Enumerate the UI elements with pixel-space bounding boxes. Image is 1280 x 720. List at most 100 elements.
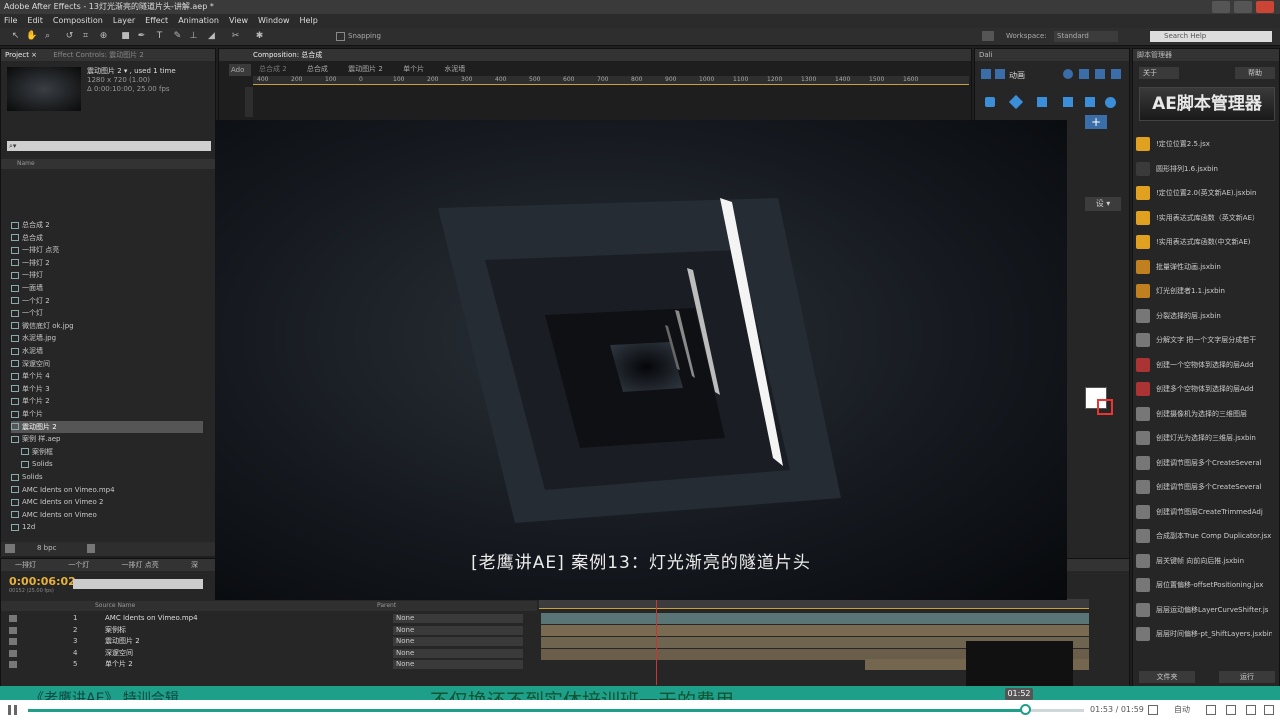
layer-name[interactable]: 单个片 2 [105, 659, 133, 670]
script-item[interactable]: 合成副本True Comp Duplicator.jsx [1136, 524, 1272, 548]
scale-icon[interactable] [1079, 69, 1089, 79]
add-button[interactable]: + [1085, 115, 1107, 129]
graph-icon[interactable] [1095, 69, 1105, 79]
script-item[interactable]: 层层运动偏移LayerCurveShifter.js [1136, 598, 1272, 622]
snapping-checkbox[interactable] [336, 32, 345, 41]
crumb-3[interactable]: 单个片 [403, 65, 424, 73]
ease-in-icon[interactable] [1037, 97, 1047, 107]
maximize-button[interactable] [1234, 1, 1252, 13]
camera-tool-icon[interactable]: ⌗ [80, 31, 91, 42]
script-item[interactable]: !实用表达式库函数（英文新AE） [1136, 206, 1272, 230]
timeline-layer-row[interactable]: 3 震动图片 2 None [1, 636, 531, 647]
layer-bar-1[interactable] [541, 613, 1089, 624]
playhead[interactable] [656, 599, 657, 685]
trash-icon[interactable] [87, 544, 95, 553]
script-item[interactable]: 层位置偏移-offsetPositioning.jsx [1136, 573, 1272, 597]
project-item[interactable]: 单个片 4 [11, 370, 203, 382]
volume-icon[interactable] [1148, 705, 1158, 715]
curve-icon[interactable] [1111, 69, 1121, 79]
script-item[interactable]: 创建摄像机为选择的三维图层 [1136, 402, 1272, 426]
script-item[interactable]: 批量弹性动画.jsxbin [1136, 255, 1272, 279]
pause-icon[interactable] [8, 705, 11, 715]
move-icon[interactable] [1063, 69, 1073, 79]
fullscreen-icon[interactable] [1264, 705, 1274, 715]
crumb-1[interactable]: 总合成 [307, 65, 328, 73]
script-item[interactable]: 圆形排列1.6.jsxbin [1136, 157, 1272, 181]
video-frame[interactable] [215, 120, 1067, 600]
minimize-button[interactable] [1212, 1, 1230, 13]
project-item[interactable]: 水泥墙 [11, 345, 203, 357]
help-button[interactable]: 帮助 [1235, 67, 1275, 79]
menu-animation[interactable]: Animation [178, 14, 219, 28]
project-item[interactable]: 微信底灯 ok.jpg [11, 320, 203, 332]
parent-select[interactable]: None [393, 614, 523, 623]
search-help-input[interactable]: Search Help [1150, 31, 1272, 42]
zoom-tool-icon[interactable]: ⌕ [42, 31, 53, 42]
layer-name[interactable]: AMC Idents on Vimeo.mp4 [105, 613, 198, 624]
loop-icon[interactable] [1206, 705, 1216, 715]
menu-file[interactable]: File [4, 14, 17, 28]
pause-icon-bar[interactable] [14, 705, 17, 715]
progress-knob[interactable] [1019, 704, 1031, 715]
project-item[interactable]: 一排灯 点亮 [11, 244, 203, 256]
script-item[interactable]: 分解文字 把一个文字层分成若干 [1136, 328, 1272, 352]
clone-tool-icon[interactable]: ⊥ [188, 31, 199, 42]
project-item[interactable]: 单个片 3 [11, 383, 203, 395]
script-item[interactable]: 创建灯光为选择的三维层.jsxbin [1136, 426, 1272, 450]
tab-timeline-1[interactable]: 一个灯 [68, 561, 89, 569]
project-item[interactable]: 单个片 [11, 408, 203, 420]
widescreen-icon[interactable] [1246, 705, 1256, 715]
project-item[interactable]: 12d [11, 521, 203, 533]
tab-dali[interactable]: Dali [979, 51, 993, 59]
project-item[interactable]: 深邃空间 [11, 358, 203, 370]
script-item[interactable]: !定位位置2.5.jsx [1136, 132, 1272, 156]
script-item[interactable]: !定位位置2.0(英文新AE).jsxbin [1136, 181, 1272, 205]
interpret-footage-icon[interactable] [5, 544, 15, 553]
mask-tool-icon[interactable]: ■ [120, 31, 131, 42]
tab-effect-controls[interactable]: Effect Controls: 震动图片 2 [53, 51, 144, 59]
project-item[interactable]: 案例框 [21, 446, 213, 458]
hand-tool-icon[interactable]: ✋ [26, 31, 37, 42]
project-item[interactable]: 单个片 2 [11, 395, 203, 407]
folder-button[interactable]: 文件夹 [1139, 671, 1195, 683]
tab-timeline-2[interactable]: 一排灯 点亮 [121, 561, 158, 569]
ease-circle-icon[interactable] [1105, 97, 1116, 108]
project-item[interactable]: 震动图片 2 [11, 420, 203, 433]
pen-tool-icon[interactable]: ✒ [136, 31, 147, 42]
project-item[interactable]: Solids [21, 458, 213, 470]
pip-icon[interactable] [1226, 705, 1236, 715]
menu-composition[interactable]: Composition [53, 14, 103, 28]
script-item[interactable]: !实用表达式库函数(中文新AE) [1136, 230, 1272, 254]
roto-tool-icon[interactable]: ✂ [230, 31, 241, 42]
parent-select[interactable]: None [393, 648, 523, 658]
stroke-color-swatch[interactable] [1097, 399, 1113, 415]
layer-name[interactable]: 深邃空间 [105, 648, 133, 659]
brush-tool-icon[interactable]: ✎ [172, 31, 183, 42]
project-item[interactable]: 总合成 [11, 232, 203, 244]
tab-timeline-3[interactable]: 深 [191, 561, 198, 569]
visibility-eye-icon[interactable] [9, 661, 17, 668]
script-item[interactable]: 创建调节图层CreateTrimmedAdj [1136, 500, 1272, 524]
layer-name[interactable]: 案例标 [105, 625, 126, 636]
menu-layer[interactable]: Layer [113, 14, 135, 28]
menu-effect[interactable]: Effect [145, 14, 168, 28]
parent-select[interactable]: None [393, 660, 523, 669]
menu-view[interactable]: View [229, 14, 248, 28]
crumb-4[interactable]: 水泥墙 [444, 65, 465, 73]
script-item[interactable]: 创建调节图层多个CreateSeveral [1136, 451, 1272, 475]
layer-bar-2[interactable] [541, 625, 1089, 636]
selection-tool-icon[interactable]: ↖ [10, 31, 21, 42]
visibility-eye-icon[interactable] [9, 638, 17, 645]
ease-out-icon[interactable] [1063, 97, 1073, 107]
timecode[interactable]: 0:00:06:02 [9, 575, 76, 588]
script-item[interactable]: 创建多个空物体到选择的层Add [1136, 377, 1272, 401]
text-tool-icon[interactable]: T [154, 31, 165, 42]
tab-timeline-0[interactable]: 一排灯 [15, 561, 36, 569]
project-search-input[interactable]: ⌕▾ [7, 141, 211, 151]
settings-dropdown[interactable]: 设 ▾ [1085, 197, 1121, 211]
script-item[interactable]: 分裂选择的层.jsxbin [1136, 304, 1272, 328]
time-ruler[interactable] [539, 599, 1089, 609]
hourglass-icon[interactable] [1085, 97, 1095, 107]
layers-icon-2[interactable] [995, 69, 1005, 79]
project-item[interactable]: 总合成 2 [11, 219, 203, 231]
